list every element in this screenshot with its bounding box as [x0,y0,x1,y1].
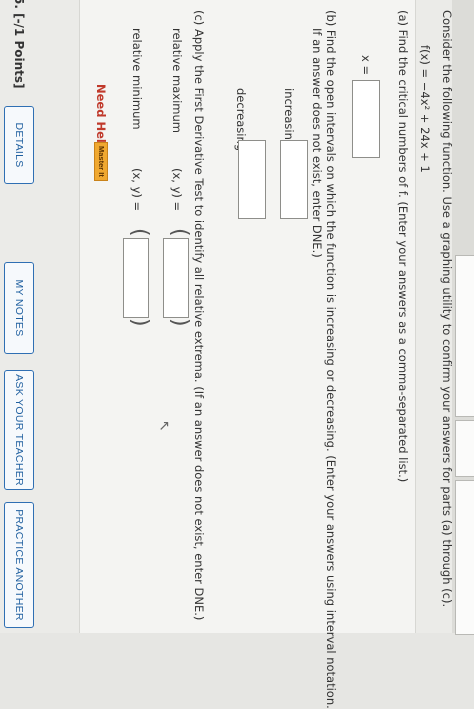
problem-intro: Consider the following function. Use a g… [440,10,454,608]
relative-maximum-label: relative maximum [170,28,184,133]
max-coord-label: (x, y) = [170,168,184,212]
function-expression: f(x) = −4x² + 24x + 1 [418,45,432,173]
critical-numbers-input[interactable] [352,80,380,158]
points-label: 5. [-/1 Points] [12,0,26,89]
min-left-paren: ( [127,228,152,237]
ask-teacher-button[interactable]: ASK YOUR TEACHER [4,370,34,490]
relative-minimum-label: relative minimum [130,28,144,130]
max-left-paren: ( [167,228,192,237]
min-coord-label: (x, y) = [130,168,144,212]
top-tab [455,480,474,635]
increasing-interval-input[interactable] [280,140,308,219]
top-tab [455,255,474,417]
top-tab-strip [452,0,474,635]
rotated-page: Consider the following function. Use a g… [0,0,474,709]
part-c-prompt: (c) Apply the First Derivative Test to i… [192,10,206,621]
my-notes-button[interactable]: MY NOTES [4,262,34,354]
max-right-paren: ) [167,318,192,327]
practice-another-button[interactable]: PRACTICE ANOTHER [4,502,34,628]
details-button[interactable]: DETAILS [4,106,34,184]
increasing-label: increasing [282,88,296,148]
relative-minimum-input[interactable] [123,238,149,318]
top-tab [455,420,474,477]
part-b-prompt-line2: If an answer does not exist, enter DNE.) [310,28,324,258]
mouse-pointer-icon: ↖ [156,420,172,432]
min-right-paren: ) [127,318,152,327]
critical-numbers-label: x = [359,55,373,76]
relative-maximum-input[interactable] [163,238,189,318]
master-it-button[interactable]: Master It [94,142,108,181]
decreasing-interval-input[interactable] [238,140,266,219]
part-a-prompt: (a) Find the critical numbers of f. (Ent… [396,10,410,483]
part-b-prompt-line1: (b) Find the open intervals on which the… [324,10,338,709]
